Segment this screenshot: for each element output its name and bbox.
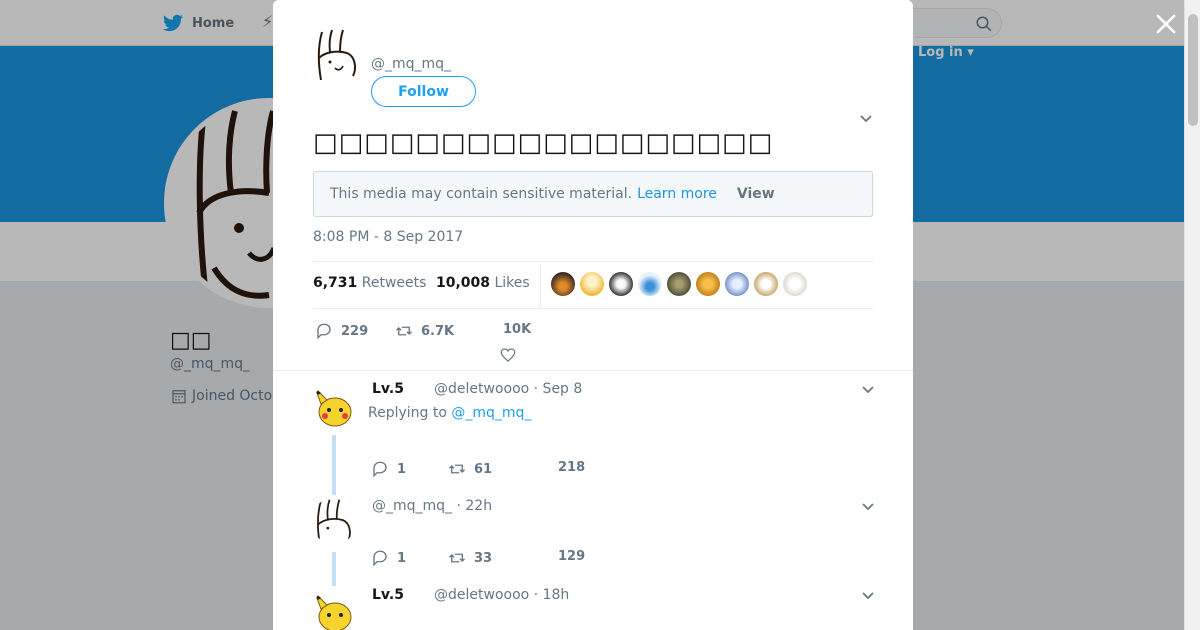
author-handle[interactable]: @_mq_mq_ bbox=[371, 56, 451, 72]
liker-avatar[interactable] bbox=[783, 272, 807, 296]
sensitive-media-notice: This media may contain sensitive materia… bbox=[313, 171, 873, 217]
reply-count: 229 bbox=[341, 323, 369, 339]
follow-button[interactable]: Follow bbox=[371, 76, 476, 107]
reply-author-name[interactable]: Lv.5 bbox=[372, 587, 404, 603]
tweet-actions: 229 6.7K 10K bbox=[313, 322, 873, 352]
liker-avatar[interactable] bbox=[638, 272, 662, 296]
retweet-icon bbox=[449, 553, 465, 563]
retweet-icon bbox=[396, 326, 412, 336]
liker-avatar[interactable] bbox=[609, 272, 633, 296]
retweets-label: Retweets bbox=[361, 275, 427, 291]
reply-count: 1 bbox=[397, 550, 407, 566]
replying-to: Replying to @_mq_mq_ bbox=[368, 405, 531, 421]
reply-button[interactable]: 1 bbox=[371, 549, 406, 567]
like-count-wrap[interactable]: 10K bbox=[503, 322, 531, 337]
sensitive-notice-text: This media may contain sensitive materia… bbox=[330, 186, 633, 202]
tweet-text: □□□□□□□□□□□□□□□□□□ bbox=[313, 128, 774, 158]
retweets-stat[interactable]: 6,731 Retweets bbox=[313, 275, 426, 291]
tweet-timestamp[interactable]: 8:08 PM - 8 Sep 2017 bbox=[313, 229, 463, 245]
pikachu-avatar[interactable] bbox=[311, 589, 357, 630]
like-count: 10K bbox=[503, 322, 532, 337]
chevron-down-icon[interactable] bbox=[861, 385, 875, 395]
reply-icon bbox=[373, 550, 387, 567]
scrollbar-thumb[interactable] bbox=[1188, 14, 1198, 126]
retweet-count: 33 bbox=[474, 550, 493, 566]
like-count: 129 bbox=[558, 549, 586, 564]
liker-avatar[interactable] bbox=[754, 272, 778, 296]
view-media-button[interactable]: View bbox=[737, 186, 775, 202]
page-scrollbar[interactable] bbox=[1184, 0, 1200, 630]
reply-icon bbox=[373, 461, 387, 478]
reply-author-name[interactable]: Lv.5 bbox=[372, 381, 404, 397]
liker-avatar[interactable] bbox=[725, 272, 749, 296]
like-button[interactable]: 218 bbox=[558, 460, 585, 475]
reply-button[interactable]: 229 bbox=[315, 322, 368, 340]
reply-tweet[interactable]: Lv.5 @deletwoooo · Sep 8 Replying to @_m… bbox=[273, 380, 913, 495]
retweet-button[interactable]: 6.7K bbox=[395, 322, 454, 340]
bunny-avatar[interactable] bbox=[311, 498, 357, 544]
reply-tweet[interactable]: Lv.5 @deletwoooo · 18h bbox=[273, 585, 913, 630]
reply-author-meta[interactable]: @deletwoooo · Sep 8 bbox=[434, 381, 582, 397]
like-count: 218 bbox=[558, 460, 586, 475]
thread-connector bbox=[332, 435, 336, 495]
thread-connector bbox=[332, 552, 336, 586]
reply-tweet[interactable]: @_mq_mq_ · 22h 1 33 129 bbox=[273, 496, 913, 586]
like-button[interactable]: 129 bbox=[558, 549, 585, 564]
reply-author-meta[interactable]: @_mq_mq_ · 22h bbox=[372, 498, 492, 514]
heart-icon[interactable] bbox=[500, 347, 516, 363]
retweet-count: 61 bbox=[474, 461, 493, 477]
replying-to-handle[interactable]: @_mq_mq_ bbox=[451, 405, 531, 421]
close-icon[interactable] bbox=[1154, 12, 1178, 36]
likes-count: 10,008 bbox=[436, 275, 491, 291]
retweet-count: 6.7K bbox=[421, 323, 455, 339]
retweet-button[interactable]: 61 bbox=[448, 460, 492, 478]
tweet-stats: 6,731 Retweets 10,008 Likes bbox=[313, 261, 873, 309]
reply-icon bbox=[317, 323, 331, 340]
reply-count: 1 bbox=[397, 461, 407, 477]
chevron-down-icon[interactable] bbox=[859, 114, 873, 124]
retweet-button[interactable]: 33 bbox=[448, 549, 492, 567]
liker-avatar[interactable] bbox=[667, 272, 691, 296]
likers-avatars bbox=[551, 272, 807, 296]
likes-stat[interactable]: 10,008 Likes bbox=[436, 275, 530, 291]
liker-avatar[interactable] bbox=[580, 272, 604, 296]
pikachu-avatar[interactable] bbox=[311, 384, 357, 430]
stats-divider bbox=[540, 264, 541, 308]
reply-author-meta[interactable]: @deletwoooo · 18h bbox=[434, 587, 569, 603]
author-avatar[interactable] bbox=[313, 28, 361, 80]
reply-button[interactable]: 1 bbox=[371, 460, 406, 478]
modal-divider bbox=[273, 370, 913, 371]
chevron-down-icon[interactable] bbox=[861, 591, 875, 601]
chevron-down-icon[interactable] bbox=[861, 502, 875, 512]
liker-avatar[interactable] bbox=[696, 272, 720, 296]
tweet-modal: @_mq_mq_ Follow □□□□□□□□□□□□□□□□□□ This … bbox=[273, 0, 913, 630]
learn-more-link[interactable]: Learn more bbox=[637, 186, 717, 202]
retweet-icon bbox=[449, 464, 465, 474]
retweets-count: 6,731 bbox=[313, 275, 358, 291]
liker-avatar[interactable] bbox=[551, 272, 575, 296]
likes-label: Likes bbox=[494, 275, 530, 291]
replying-prefix: Replying to bbox=[368, 405, 447, 421]
